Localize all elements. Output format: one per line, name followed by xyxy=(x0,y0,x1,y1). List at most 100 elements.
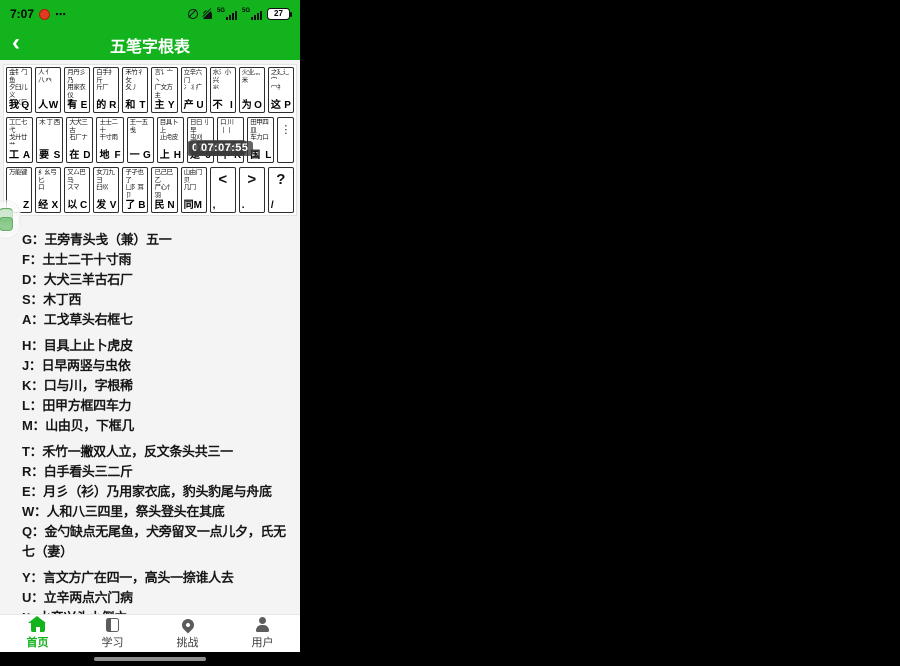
wubi-key: > . xyxy=(239,167,265,213)
key-letter: N xyxy=(167,200,174,212)
key-example-char: 为 xyxy=(242,100,252,112)
wubi-key: 言讠亠丶 广文方主 主Y xyxy=(151,67,177,113)
mute-icon xyxy=(203,10,212,19)
mnemonic-line: T：禾竹一撇双人立，反文条头共三一 xyxy=(22,442,294,462)
key-radicals: 日曰刂早 虫刈 xyxy=(190,119,211,142)
key-radicals: 之廴辶宀 冖礻 xyxy=(271,69,291,92)
key-radicals: 木 丁 西 xyxy=(39,119,60,127)
key-letter: G xyxy=(143,150,151,162)
key-symbol: < xyxy=(211,171,235,188)
screenshot-stage: 7:07 ⋯ 5G 5G 27 设置音效 首页 组 xyxy=(0,0,900,666)
key-letter: Q xyxy=(21,100,29,112)
key-example-char: 的 xyxy=(96,100,106,112)
mnemonic-line: E：月彡（衫）乃用家衣底，豹头豹尾与舟底 xyxy=(22,482,294,502)
key-example-char: 发 xyxy=(96,200,106,212)
wubi-keyboard-chart: 金钅勹鱼 夕臼儿义 犭乂匚 我Q 人 亻 八 癶 人W 月丹彡乃 用家衣仪 豕 xyxy=(3,64,297,216)
signal-icon-sim1: 5G xyxy=(217,9,237,20)
mnemonic-line: H：目具上止卜虎皮 xyxy=(22,336,294,356)
key-letter: Y xyxy=(168,100,175,112)
key-example-char: 我 xyxy=(9,100,19,112)
key-radicals: 白手扌斤 斤厂 xyxy=(96,69,116,92)
eye-protection-icon xyxy=(188,9,198,19)
key-radicals: 山由门贝 几冂 xyxy=(184,169,204,192)
key-letter: M xyxy=(194,200,202,212)
wubi-key: 水氵小兴 氺 不I xyxy=(210,67,236,113)
key-example-char: 工 xyxy=(9,150,19,162)
key-letter: V xyxy=(110,200,117,212)
key-letter: . xyxy=(242,200,245,212)
mnemonic-line: K：口与川，字根稀 xyxy=(22,376,294,396)
key-letter: , xyxy=(213,200,216,212)
key-example-char: 地 xyxy=(99,150,109,162)
wubi-key: 已己巳乙 尸心忄羽 民N xyxy=(151,167,177,213)
key-radicals: 火业灬 米 xyxy=(242,69,262,84)
key-radicals: 工匚七弋 戈廾廿艹 xyxy=(9,119,30,149)
key-example-char: 以 xyxy=(67,200,77,212)
key-radicals: 目具卜上 止虍皮 xyxy=(160,119,181,142)
study-book-icon xyxy=(106,617,119,632)
key-symbol: > xyxy=(240,171,264,188)
wubi-key: 目具卜上 止虍皮 上H xyxy=(157,117,184,163)
wubi-key: 田甲四皿 车力口 国L xyxy=(247,117,274,163)
key-letter: S xyxy=(54,150,61,162)
keyboard-row-1: 金钅勹鱼 夕臼儿义 犭乂匚 我Q 人 亻 八 癶 人W 月丹彡乃 用家衣仪 豕 xyxy=(6,67,294,113)
key-radicals: 田甲四皿 车力口 xyxy=(250,119,271,142)
mnemonic-line: Y：言文方广在四一，高头一捺谁人去 xyxy=(22,568,294,588)
key-radicals: 土士二十 干寸雨 xyxy=(99,119,120,142)
key-letter: Z xyxy=(23,200,29,212)
key-example-char: 和 xyxy=(125,100,135,112)
key-letter: R xyxy=(109,100,116,112)
key-radicals: 又厶巴马 スマ xyxy=(67,169,87,192)
wubi-key: 子孑也了 凵阝耳卩 了B xyxy=(122,167,148,213)
key-example-char: 这 xyxy=(271,100,281,112)
tab-label: 首页 xyxy=(27,634,49,650)
wubi-key: 土士二十 干寸雨 地F xyxy=(96,117,123,163)
key-example-char: 了 xyxy=(125,200,135,212)
wubi-key: 月丹彡乃 用家衣仪 豕 有E xyxy=(64,67,90,113)
tab-home[interactable]: 首页 xyxy=(0,615,75,652)
tab-study[interactable]: 学习 xyxy=(75,615,150,652)
tab-user[interactable]: 用户 xyxy=(225,615,300,652)
wubi-key: 山由门贝 几冂 同M xyxy=(181,167,207,213)
key-radicals: 大犬三古 石厂ナ xyxy=(69,119,90,142)
key-letter: L xyxy=(265,150,271,162)
battery-icon: 27 xyxy=(267,8,290,20)
key-letter: F xyxy=(115,150,121,162)
mnemonic-line: U：立辛两点六门病 xyxy=(22,588,294,608)
home-indicator[interactable] xyxy=(94,657,206,661)
mnemonic-line: A：工戈草头右框七 xyxy=(22,310,294,330)
gesture-strip xyxy=(0,652,300,666)
tab-challenge[interactable]: 挑战 xyxy=(150,615,225,652)
wubi-key: 木 丁 西 要S xyxy=(36,117,63,163)
radical-table-screen: 7:07 ⋯ 5G 5G 27 ‹ 五笔字根表 金钅勹鱼 夕臼儿义 犭乂匚 xyxy=(0,0,300,666)
key-letter: H xyxy=(174,150,181,162)
key-letter: I xyxy=(230,100,233,112)
key-letter: / xyxy=(271,200,274,212)
key-letter: D xyxy=(83,150,90,162)
keyboard-row-3: 万能键 Z 纟幺弓匕 口 经X 又厶巴马 スマ 以C xyxy=(6,167,294,213)
key-example-char: 要 xyxy=(39,150,49,162)
wubi-key: 白手扌斤 斤厂 的R xyxy=(93,67,119,113)
mnemonic-line: M：山由贝，下框几 xyxy=(22,416,294,436)
key-letter: B xyxy=(138,200,145,212)
key-radicals: 已己巳乙 尸心忄羽 xyxy=(154,169,174,199)
home-icon xyxy=(31,617,45,632)
mnemonic-line: R：白手看头三二斤 xyxy=(22,462,294,482)
mnemonic-line: S：木丁西 xyxy=(22,290,294,310)
wubi-key: 人 亻 八 癶 人W xyxy=(35,67,61,113)
key-radicals: 水氵小兴 氺 xyxy=(213,69,233,92)
wubi-key: 禾竹彳攵 夂丿 和T xyxy=(122,67,148,113)
key-letter: U xyxy=(196,100,203,112)
key-letter: X xyxy=(52,200,59,212)
wubi-key: ? / xyxy=(268,167,294,213)
key-radicals: 禾竹彳攵 夂丿 xyxy=(125,69,145,92)
wubi-key: 工匚七弋 戈廾廿艹 工A xyxy=(6,117,33,163)
wubi-key: 之廴辶宀 冖礻 这P xyxy=(268,67,294,113)
key-letter: P xyxy=(284,100,291,112)
key-radicals: 立辛六门 冫丬疒 xyxy=(184,69,204,92)
key-example-char: 在 xyxy=(69,150,79,162)
wubi-key: 纟幺弓匕 口 经X xyxy=(35,167,61,213)
key-letter: A xyxy=(23,150,30,162)
key-example-char: 主 xyxy=(154,100,164,112)
more-dots-icon: ⋯ xyxy=(55,8,67,21)
